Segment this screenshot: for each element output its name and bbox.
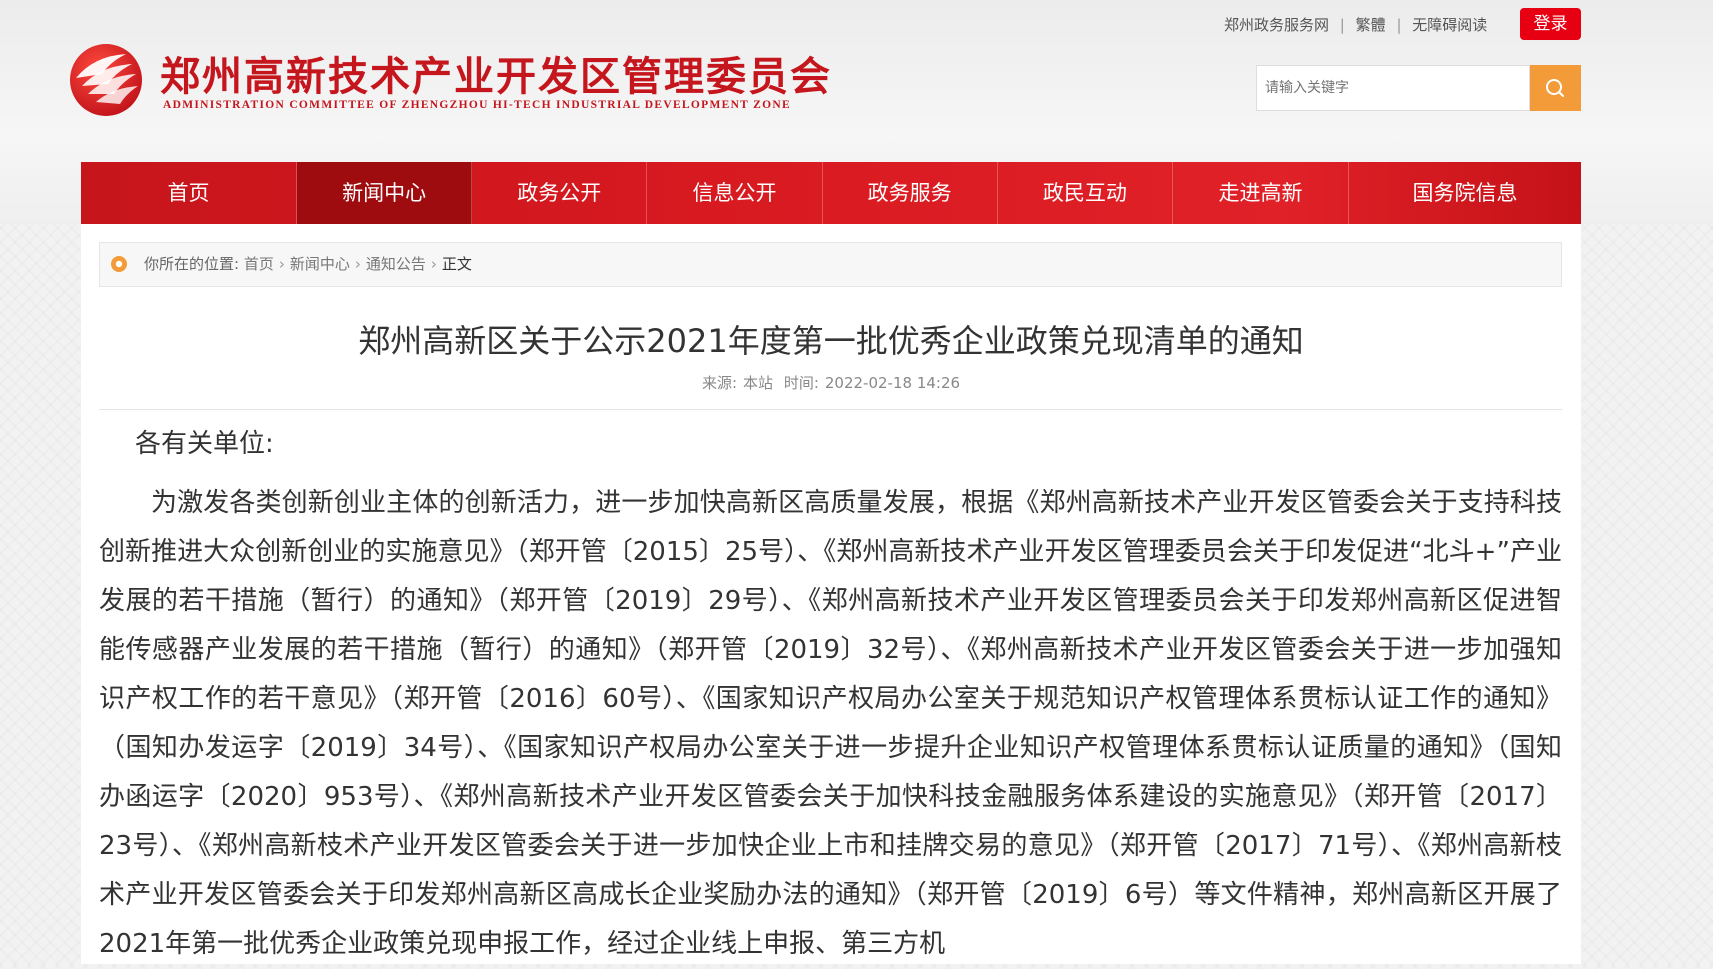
breadcrumb-current: 正文 — [441, 255, 472, 273]
site-title: 郑州高新技术产业开发区管理委员会 — [160, 53, 832, 100]
search-button[interactable] — [1530, 65, 1581, 111]
nav-item-news[interactable]: 新闻中心 — [296, 162, 473, 224]
chevron-right-icon: › — [278, 255, 285, 273]
breadcrumb: 你所在的位置: 首页 › 新闻中心 › 通知公告 › 正文 — [99, 242, 1562, 287]
nav-item-info-disclosure[interactable]: 信息公开 — [647, 162, 823, 224]
search-box — [1256, 65, 1530, 111]
top-link-accessibility[interactable]: 无障碍阅读 — [1412, 16, 1487, 34]
nav-item-home[interactable]: 首页 — [81, 162, 297, 224]
nav-item-about[interactable]: 走进高新 — [1173, 162, 1350, 224]
top-links: 郑州政务服务网 | 繁體 | 无障碍阅读 — [1224, 14, 1487, 35]
top-link-traditional[interactable]: 繁體 — [1356, 16, 1386, 34]
article-title: 郑州高新区关于公示2021年度第一批优秀企业政策兑现清单的通知 — [358, 322, 1304, 360]
source-value: 本站 — [743, 374, 774, 392]
search-input[interactable] — [1257, 66, 1529, 110]
main-content: 你所在的位置: 首页 › 新闻中心 › 通知公告 › 正文 郑州高新区关于公示2021年度第… — [81, 224, 1581, 964]
article-greeting: 各有关单位: — [135, 429, 274, 459]
search-icon — [1546, 79, 1564, 97]
article-paragraph: 为激发各类创新创业主体的创新活力，进一步加快高新区高质量发展，根据《郑州高新技术… — [99, 488, 1562, 959]
nav-item-gov-affairs[interactable]: 政务公开 — [472, 162, 648, 224]
login-button[interactable]: 登录 — [1520, 8, 1581, 40]
time-value: 2022-02-18 14:26 — [824, 374, 961, 392]
nav-item-gov-service[interactable]: 政务服务 — [823, 162, 998, 224]
time-label: 时间: — [783, 374, 819, 392]
top-link-gov-service[interactable]: 郑州政务服务网 — [1224, 16, 1329, 34]
separator: | — [1396, 16, 1402, 34]
chevron-right-icon: › — [354, 255, 361, 273]
location-icon — [111, 256, 127, 272]
site-subtitle: ADMINISTRATION COMMITTEE OF ZHENGZHOU HI… — [163, 99, 791, 111]
breadcrumb-notices[interactable]: 通知公告 — [366, 255, 426, 273]
separator: | — [1339, 16, 1345, 34]
breadcrumb-news[interactable]: 新闻中心 — [290, 255, 350, 273]
article-body: 各有关单位: 为激发各类创新创业主体的创新活力，进一步加快高新区高质量发展，根据… — [99, 420, 1562, 969]
article-meta: 来源: 本站 时间: 2022-02-18 14:26 — [81, 372, 1581, 393]
breadcrumb-prefix: 你所在的位置: — [144, 255, 240, 273]
source-label: 来源: — [701, 374, 738, 392]
breadcrumb-home[interactable]: 首页 — [244, 255, 274, 273]
logo-icon — [70, 44, 142, 116]
divider — [99, 409, 1562, 410]
main-nav: 首页 新闻中心 政务公开 信息公开 政务服务 政民互动 走进高新 国务院信息 — [81, 162, 1581, 224]
chevron-right-icon: › — [430, 255, 437, 273]
nav-item-interaction[interactable]: 政民互动 — [998, 162, 1173, 224]
nav-item-state-council[interactable]: 国务院信息 — [1349, 162, 1581, 224]
